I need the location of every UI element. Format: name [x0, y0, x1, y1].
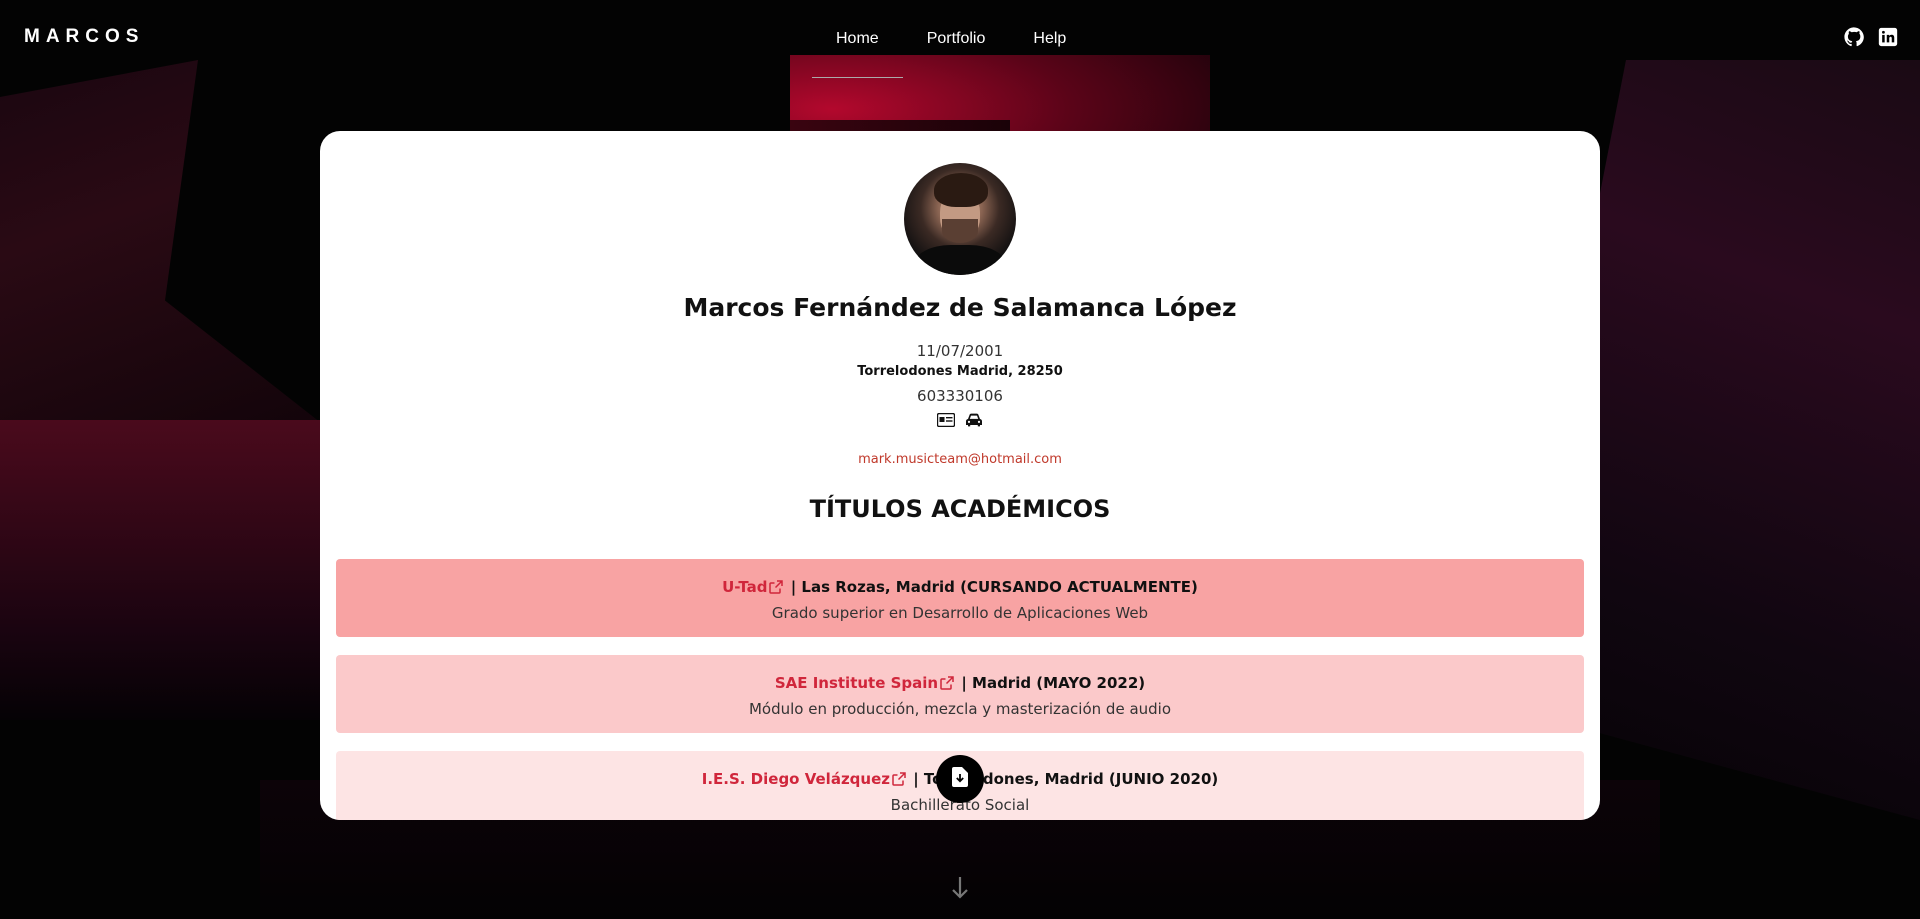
- education-title: TÍTULOS ACADÉMICOS: [809, 495, 1111, 523]
- background-shape: [0, 60, 330, 430]
- education-location: | Las Rozas, Madrid (CURSANDO ACTUALMENT…: [785, 578, 1198, 596]
- download-file-icon: [952, 767, 968, 791]
- education-degree: Grado superior en Desarrollo de Aplicaci…: [771, 604, 1149, 622]
- email-link[interactable]: mark.musicteam@hotmail.com: [320, 452, 1600, 467]
- education-item: U-Tad | Las Rozas, Madrid (CURSANDO ACTU…: [336, 559, 1584, 637]
- arrow-down-icon[interactable]: [950, 875, 970, 901]
- license-badges: [320, 411, 1600, 431]
- brand-logo[interactable]: MARCOS: [24, 26, 144, 48]
- background-shape: [0, 420, 330, 720]
- avatar: [904, 163, 1016, 275]
- profile-name: Marcos Fernández de Salamanca López: [683, 293, 1237, 322]
- external-link-icon[interactable]: [892, 772, 906, 790]
- external-link-icon[interactable]: [769, 580, 784, 598]
- education-item: SAE Institute Spain | Madrid (MAYO 2022)…: [336, 655, 1584, 733]
- nav-item-home[interactable]: Home: [812, 0, 903, 78]
- education-header: SAE Institute Spain | Madrid (MAYO 2022): [336, 674, 1584, 694]
- avatar-hair: [934, 173, 988, 207]
- education-degree: Módulo en producción, mezcla y masteriza…: [748, 700, 1172, 718]
- external-link-icon[interactable]: [940, 676, 954, 694]
- download-cv-button[interactable]: [936, 755, 984, 803]
- car-icon: [965, 412, 983, 431]
- top-nav: MARCOS Home Portfolio Help: [0, 0, 1920, 78]
- birthdate: 11/07/2001: [916, 342, 1004, 360]
- id-card-icon: [937, 412, 956, 431]
- education-location: | Madrid (MAYO 2022): [956, 674, 1146, 692]
- avatar-beard: [942, 219, 978, 243]
- phone-number: 603330106: [917, 387, 1003, 405]
- institution-link[interactable]: I.E.S. Diego Velázquez: [702, 770, 890, 788]
- profile-card: Marcos Fernández de Salamanca López 11/0…: [320, 131, 1600, 820]
- avatar-shirt: [914, 245, 1006, 275]
- nav-item-help[interactable]: Help: [1009, 0, 1090, 78]
- social-links: [1844, 27, 1898, 47]
- linkedin-icon[interactable]: [1878, 27, 1898, 47]
- nav-item-portfolio[interactable]: Portfolio: [903, 0, 1010, 78]
- page: MARCOS Home Portfolio Help Marcos Fernán…: [0, 0, 1920, 919]
- institution-link[interactable]: SAE Institute Spain: [775, 674, 938, 692]
- github-icon[interactable]: [1844, 27, 1864, 47]
- nav-menu: Home Portfolio Help: [812, 0, 1090, 78]
- institution-link[interactable]: U-Tad: [722, 578, 767, 596]
- address: Torrelodones Madrid, 28250: [857, 364, 1063, 379]
- education-header: U-Tad | Las Rozas, Madrid (CURSANDO ACTU…: [336, 578, 1584, 598]
